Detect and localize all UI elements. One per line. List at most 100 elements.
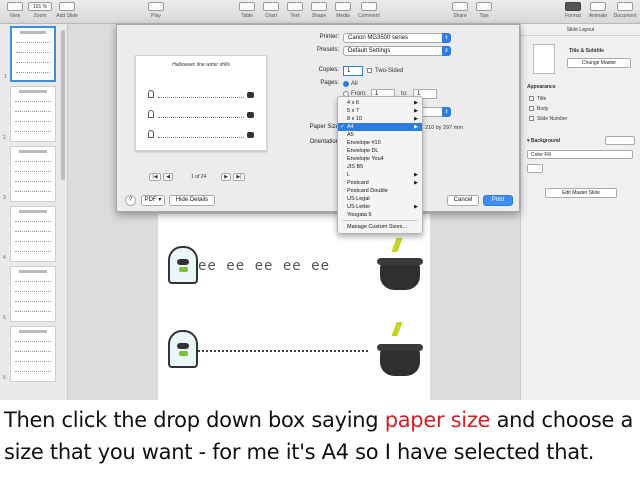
color-well[interactable] [527,164,543,173]
text-button[interactable]: Text [284,2,306,19]
pdf-button[interactable]: PDF ▾ [141,195,165,206]
preview-title: Halloween line writer drills [172,62,230,68]
slide-thumbnail[interactable]: 1 [4,26,56,82]
menu-item-manage-custom-sizes[interactable]: Manage Custom Sizes... [338,223,422,231]
appearance-heading: Appearance [527,84,556,90]
app-toolbar: View 101 % Zoom Add Slide Play Table Char… [0,0,640,24]
shape-button[interactable]: Shape [308,2,330,19]
copies-input[interactable]: 1 [343,66,363,76]
copies-label: Copies: [318,67,339,73]
share-button[interactable]: Share [450,2,470,19]
last-page-button[interactable]: ▶| [233,173,245,181]
page-indicator: 1 of 24 [191,174,207,180]
menu-item-a5[interactable]: A5 [338,131,422,139]
paper-size-menu: 4 x 6 ▶ 5 x 7 ▶ 8 x 10 ▶ ✓ A4 ▶ A5 Envelope #… [337,96,423,234]
pages-label: Pages: [320,80,339,86]
document-button[interactable]: Document [612,2,638,19]
menu-item-8x10[interactable]: 8 x 10 ▶ [338,115,422,123]
format-button[interactable]: Format [562,2,584,19]
menu-item-a4[interactable]: ✓ A4 ▶ [338,123,422,131]
submenu-arrow-icon: ▶ [414,116,418,122]
next-page-button[interactable]: ▶ [221,173,231,181]
edit-master-slide-button[interactable]: Edit Master Slide [545,188,617,198]
play-button[interactable]: Play [146,2,166,19]
plus-icon [59,2,75,11]
view-button[interactable]: View [6,2,24,19]
menu-item-postcard-double[interactable]: Postcard Double [338,187,422,195]
cauldron-image [377,258,423,290]
inspector-panel: Slide Layout Title & Subtitle Change Mas… [520,24,640,400]
steam-icon [391,238,403,252]
background-heading: ▾ Background [527,138,561,144]
hide-details-button[interactable]: Hide Details [169,195,215,206]
help-button[interactable]: ? [125,195,136,206]
view-icon [7,2,23,11]
ghost-image [168,246,198,284]
change-master-button[interactable]: Change Master [567,58,631,68]
submenu-arrow-icon: ▶ [414,100,418,106]
printer-label: Printer: [319,34,339,40]
text-icon [287,2,303,11]
menu-item-us-letter[interactable]: US Letter ▶ [338,203,422,211]
zoom-select[interactable]: 101 % Zoom [28,2,52,19]
pages-all-radio[interactable] [343,81,349,87]
inspector-header: Slide Layout [521,24,640,36]
printer-select[interactable]: Canon MG3500 series ⇕ [343,33,451,43]
print-preview: Halloween line writer drills [135,55,267,151]
orientation-label: Orientation [309,139,339,145]
slide-number-checkbox[interactable]: Slide Number [529,116,567,122]
table-icon [239,2,255,11]
ghost-image [168,330,198,368]
navigator-scrollbar[interactable] [61,30,65,180]
slide[interactable]: ee ee ee ee ee [158,214,430,400]
first-page-button[interactable]: |◀ [149,173,161,181]
menu-item-5x7[interactable]: 5 x 7 ▶ [338,107,422,115]
prev-page-button[interactable]: ◀ [163,173,173,181]
menu-item-envelope-you4[interactable]: Envelope You4 [338,155,422,163]
media-icon [335,2,351,11]
share-icon [452,2,468,11]
animate-button[interactable]: Animate [586,2,610,19]
slide-navigator: 1 2 3 4 5 6 [0,24,68,400]
comment-button[interactable]: Comment [356,2,382,19]
table-button[interactable]: Table [236,2,258,19]
print-dialog: Halloween line writer drills |◀ ◀ 1 of 2… [116,24,520,212]
slide-thumbnail[interactable]: 4 [3,206,56,262]
tips-button[interactable]: Tips [474,2,494,19]
presets-label: Presets: [316,47,339,53]
tips-icon [476,2,492,11]
menu-item-yougata-6[interactable]: Yougata 6 [338,211,422,219]
title-checkbox[interactable]: Title [529,96,546,102]
chevron-updown-icon: ⇕ [442,33,451,43]
chart-icon [263,2,279,11]
background-swatch[interactable] [605,136,635,145]
caption-highlight: paper size [384,408,491,432]
media-button[interactable]: Media [332,2,354,19]
chart-button[interactable]: Chart [260,2,282,19]
fill-type-select[interactable]: Color Fill [527,150,633,159]
play-icon [148,2,164,11]
submenu-arrow-icon: ▶ [414,180,418,186]
body-checkbox[interactable]: Body [529,106,548,112]
menu-item-us-legal[interactable]: US Legal [338,195,422,203]
menu-item-postcard[interactable]: Postcard ▶ [338,179,422,187]
slide-thumbnail[interactable]: 6 [3,326,56,382]
submenu-arrow-icon: ▶ [414,172,418,178]
menu-item-envelope-dl[interactable]: Envelope DL [338,147,422,155]
add-slide-button[interactable]: Add Slide [54,2,80,19]
slide-thumbnail[interactable]: 5 [3,266,56,322]
two-sided-checkbox[interactable]: Two-Sided [367,68,403,74]
presets-select[interactable]: Default Settings ⇕ [343,46,451,56]
print-button[interactable]: Print [483,195,513,206]
chevron-updown-icon: ⇕ [442,46,451,56]
slide-thumbnail[interactable]: 3 [3,146,56,202]
menu-item-4x6[interactable]: 4 x 6 ▶ [338,99,422,107]
menu-item-l[interactable]: L ▶ [338,171,422,179]
menu-item-jis-b5[interactable]: JIS B5 [338,163,422,171]
slide-thumbnail[interactable]: 2 [3,86,56,142]
trace-line [198,350,368,352]
paper-size-label: Paper Size [309,124,339,130]
cancel-button[interactable]: Cancel [447,195,479,206]
menu-item-envelope-10[interactable]: Envelope #10 [338,139,422,147]
layout-name: Title & Subtitle [569,48,604,54]
